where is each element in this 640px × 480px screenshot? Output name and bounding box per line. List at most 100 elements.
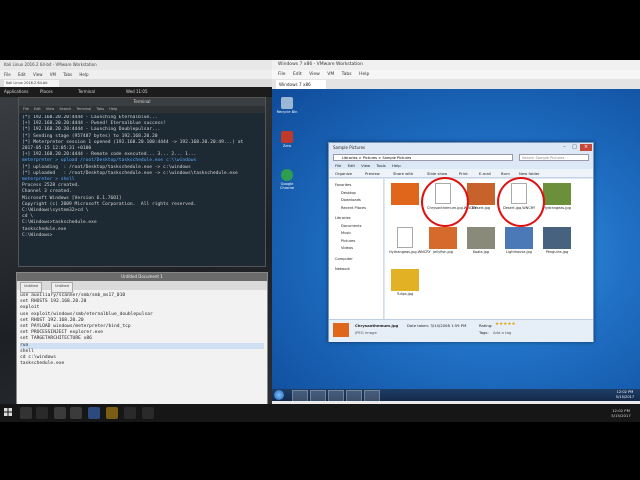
menu-tabs[interactable]: Tabs xyxy=(342,72,352,77)
terminal-menu-view[interactable]: View xyxy=(46,107,54,111)
explorer-menu-tools[interactable]: Tools xyxy=(376,163,385,168)
desktop-icon-glyph xyxy=(281,169,293,181)
terminal-menu-help[interactable]: Help xyxy=(109,107,117,111)
image-thumbnail xyxy=(543,227,571,249)
terminal-line: C:\Windows> xyxy=(22,232,53,238)
highlight-circle xyxy=(497,177,545,227)
menu-edit[interactable]: Edit xyxy=(18,72,26,77)
tab-windows7[interactable]: Windows 7 x86 xyxy=(276,80,326,89)
image-file-item[interactable]: Lighthouse.jpg xyxy=(503,227,535,254)
terminal-menu-file[interactable]: File xyxy=(23,107,29,111)
menu-vm[interactable]: VM xyxy=(50,72,56,77)
image-file-item[interactable]: Desert.jpg xyxy=(465,183,497,210)
nav-item-downloads[interactable]: Downloads xyxy=(341,198,361,202)
search-icon[interactable] xyxy=(20,407,32,419)
nav-item-pictures[interactable]: Pictures xyxy=(341,239,355,243)
explorer-window[interactable]: Sample Pictures – □ × Libraries > Pictur… xyxy=(328,142,594,342)
selected-thumbnail xyxy=(333,323,349,337)
email-button[interactable]: E-mail xyxy=(479,171,491,176)
windows-clock[interactable]: 12:02 PM 5/15/2017 xyxy=(614,390,636,400)
rating-stars-icon[interactable]: ★★★★★ xyxy=(495,322,516,327)
app-taskbar-icon[interactable] xyxy=(142,407,154,419)
start-button-icon[interactable] xyxy=(274,390,284,400)
explorer-menu-help[interactable]: Help xyxy=(392,163,401,168)
right-menu-bar: File Edit View VM Tabs Help xyxy=(272,70,640,79)
image-file-item[interactable]: Penguins.jpg xyxy=(541,227,573,254)
nav-item-videos[interactable]: Videos xyxy=(341,246,353,250)
menu-vm[interactable]: VM xyxy=(327,72,334,77)
slide-show-button[interactable]: Slide show xyxy=(427,171,447,176)
places-menu[interactable]: Places xyxy=(40,89,53,94)
terminal-menu-tabs[interactable]: Tabs xyxy=(96,107,104,111)
folder-taskbar-icon[interactable] xyxy=(106,407,118,419)
editor-tab[interactable]: Untitled xyxy=(20,282,42,293)
maximize-button[interactable]: □ xyxy=(570,144,579,151)
highlight-circle xyxy=(421,177,469,227)
menu-edit[interactable]: Edit xyxy=(293,72,302,77)
windows-start-icon[interactable] xyxy=(4,408,12,416)
new-folder-button[interactable]: New folder xyxy=(519,171,540,176)
editor-tab[interactable]: Untitled xyxy=(51,282,73,293)
menu-file[interactable]: File xyxy=(278,72,286,77)
explorer-menu-bar: File Edit View Tools Help xyxy=(329,162,593,169)
menu-tabs[interactable]: Tabs xyxy=(63,72,72,77)
host-clock[interactable]: 12:02 PM 5/15/2017 xyxy=(608,408,634,418)
nav-item-documents[interactable]: Documents xyxy=(341,224,362,228)
terminal-menu-terminal[interactable]: Terminal xyxy=(76,107,91,111)
task-view-icon[interactable] xyxy=(36,407,48,419)
editor-line: taskschedule.exe xyxy=(20,361,65,367)
document-icon xyxy=(397,227,413,248)
chrome-icon[interactable]: Google Chrome xyxy=(276,169,298,190)
terminal-menu-search[interactable]: Search xyxy=(59,107,71,111)
minimize-button[interactable]: – xyxy=(560,144,569,151)
edge-taskbar-icon[interactable] xyxy=(88,407,100,419)
nav-item-music[interactable]: Music xyxy=(341,231,351,235)
address-bar[interactable]: Libraries > Pictures > Sample Pictures xyxy=(333,154,513,161)
applications-menu[interactable]: Applications xyxy=(4,89,28,94)
search-input[interactable]: Search Sample Pictures xyxy=(519,154,589,161)
burn-button[interactable]: Burn xyxy=(501,171,510,176)
explorer-menu-file[interactable]: File xyxy=(335,163,341,168)
menu-view[interactable]: View xyxy=(309,72,320,77)
explorer-menu-view[interactable]: View xyxy=(361,163,370,168)
organize-button[interactable]: Organize xyxy=(335,171,352,176)
editor-text[interactable]: use auxiliary/scanner/smb/smb_ms17_010 se… xyxy=(20,293,264,409)
encrypted-file-item[interactable]: Hydrangeas.jpg.WNCRY xyxy=(389,227,431,254)
menu-help[interactable]: Help xyxy=(359,72,369,77)
preview-button[interactable]: Preview xyxy=(365,171,380,176)
menu-help[interactable]: Help xyxy=(79,72,88,77)
recycle-bin-icon[interactable]: Recycle Bin xyxy=(276,97,298,114)
image-file-item[interactable]: Hydrangeas.jpg xyxy=(541,183,573,210)
image-file-item[interactable]: Jellyfish.jpg xyxy=(427,227,459,254)
nav-item-computer[interactable]: Computer xyxy=(335,257,353,261)
text-editor-window[interactable]: Untitled Document 1 Untitled Untitled us… xyxy=(16,272,268,412)
desktop-icon-glyph xyxy=(281,131,293,143)
host-clock-date: 5/15/2017 xyxy=(611,413,631,418)
zero-app-icon[interactable]: Zero xyxy=(276,131,298,148)
share-with-button[interactable]: Share with xyxy=(393,171,413,176)
image-thumbnail xyxy=(391,183,419,205)
menu-view[interactable]: View xyxy=(33,72,43,77)
nav-item-libraries[interactable]: Libraries xyxy=(335,216,351,220)
nav-item-recent-places[interactable]: Recent Places xyxy=(341,206,366,210)
vmware-taskbar-icon-2[interactable] xyxy=(70,407,82,419)
nav-item-favorites[interactable]: Favorites xyxy=(335,183,351,187)
image-file-item[interactable]: Tulips.jpg xyxy=(389,269,421,296)
rating-label: Rating: xyxy=(479,323,493,328)
print-button[interactable]: Print xyxy=(459,171,468,176)
menu-file[interactable]: File xyxy=(4,72,11,77)
nav-item-network[interactable]: Network xyxy=(335,267,350,271)
terminal-menu-edit[interactable]: Edit xyxy=(34,107,41,111)
image-file-item[interactable] xyxy=(389,183,421,206)
tab-kali[interactable]: Kali Linux 2016.2 64-bit xyxy=(4,80,59,87)
terminal-window[interactable]: Terminal File Edit View Search Terminal … xyxy=(18,97,266,267)
nav-item-desktop[interactable]: Desktop xyxy=(341,191,356,195)
command-bar: Organize Preview Share with Slide show P… xyxy=(329,169,593,178)
close-button[interactable]: × xyxy=(580,144,592,151)
terminal-output[interactable]: [*] 192.168.20.20:4444 - Launching Etern… xyxy=(22,115,262,264)
image-file-item[interactable]: Koala.jpg xyxy=(465,227,497,254)
tags-value[interactable]: Add a tag xyxy=(493,330,511,335)
vmware-taskbar-icon[interactable] xyxy=(54,407,66,419)
explorer-menu-edit[interactable]: Edit xyxy=(348,163,355,168)
store-taskbar-icon[interactable] xyxy=(124,407,136,419)
